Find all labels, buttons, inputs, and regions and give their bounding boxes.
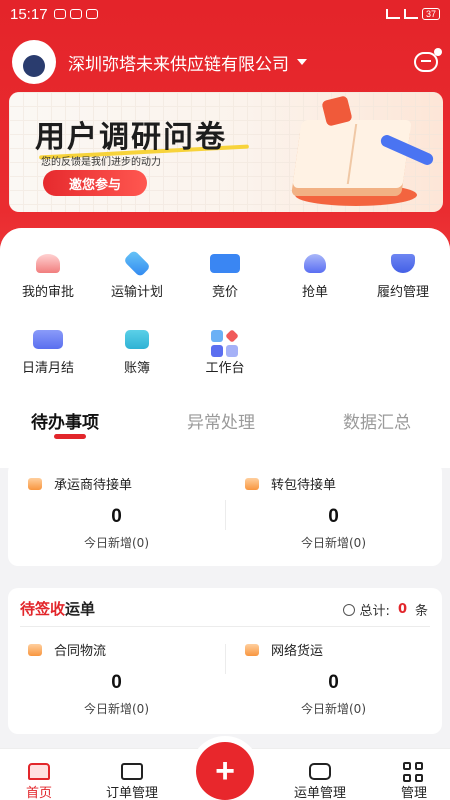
chevron-down-icon[interactable] xyxy=(297,59,307,65)
cell-subtitle: 今日新增(0) xyxy=(301,702,366,716)
order-icon xyxy=(28,478,42,490)
menu-item-ledger[interactable]: 账簿 xyxy=(92,314,182,376)
signal-icon xyxy=(385,9,400,19)
menu-label: 竞价 xyxy=(211,285,238,300)
title-rest: 运单 xyxy=(65,600,96,618)
status-time: 15:17 xyxy=(10,5,48,23)
home-icon xyxy=(28,763,50,780)
order-icon xyxy=(28,644,42,656)
clock-icon xyxy=(342,603,355,616)
subcontract-pending-cell[interactable]: 转包待接单 0 今日新增(0) xyxy=(225,462,442,566)
network-freight-cell[interactable]: 网络货运 0 今日新增(0) xyxy=(225,628,442,734)
menu-label: 日清月结 xyxy=(21,361,74,376)
nav-label: 运单管理 xyxy=(293,786,346,800)
cell-count: 0 xyxy=(111,672,122,693)
menu-label: 抢单 xyxy=(301,285,328,300)
survey-banner[interactable]: 用户调研问卷 您的反馈是我们进步的动力 邀您参与 xyxy=(9,92,443,212)
total-unit: 条 xyxy=(414,604,428,619)
nav-waybill-management[interactable]: 运单管理 xyxy=(275,749,365,800)
grab-order-icon xyxy=(304,254,326,273)
notification-icons xyxy=(53,9,98,19)
cell-title: 转包待接单 xyxy=(271,478,337,493)
status-bar: 15:17 37 xyxy=(0,0,450,28)
add-button[interactable]: + xyxy=(196,742,254,800)
tab-todo[interactable]: 待办事项 xyxy=(31,408,99,433)
menu-label: 履约管理 xyxy=(376,285,429,300)
banner-subtitle: 您的反馈是我们进步的动力 xyxy=(41,157,161,168)
cell-count: 0 xyxy=(111,506,122,527)
banner-title: 用户调研问卷 xyxy=(35,120,227,155)
todo-card: 承运商待接单 0 今日新增(0) 转包待接单 0 今日新增(0) xyxy=(8,462,442,566)
calendar-icon xyxy=(33,330,63,349)
pending-sign-card: 待签收运单 总计: 0 条 合同物流 0 今日新增(0) 网络货运 0 今日新增… xyxy=(8,588,442,734)
cell-subtitle: 今日新增(0) xyxy=(301,536,366,550)
battery-icon: 37 xyxy=(421,8,440,20)
carrier-pending-cell[interactable]: 承运商待接单 0 今日新增(0) xyxy=(8,462,225,566)
menu-label: 运输计划 xyxy=(110,285,163,300)
cell-subtitle: 今日新增(0) xyxy=(84,536,149,550)
cell-title: 承运商待接单 xyxy=(54,478,133,493)
cell-subtitle: 今日新增(0) xyxy=(84,702,149,716)
message-icon[interactable] xyxy=(414,48,442,72)
approval-icon xyxy=(36,254,60,273)
nav-label: 订单管理 xyxy=(105,786,158,800)
active-tab-indicator xyxy=(54,434,86,439)
signal-icon-2 xyxy=(403,9,418,19)
tab-summary[interactable]: 数据汇总 xyxy=(343,408,411,433)
menu-item-contract[interactable]: 履约管理 xyxy=(358,238,448,300)
title-highlight: 待签收 xyxy=(20,600,66,618)
contract-icon xyxy=(391,254,415,273)
nav-home[interactable]: 首页 xyxy=(0,749,84,800)
pending-sign-title: 待签收运单 xyxy=(20,598,95,619)
menu-label: 账簿 xyxy=(123,361,150,376)
menu-item-bidding[interactable]: 竞价 xyxy=(180,238,270,300)
menu-label: 工作台 xyxy=(205,361,245,376)
list-icon xyxy=(309,763,331,780)
transport-plan-icon xyxy=(123,249,151,278)
contract-logistics-cell[interactable]: 合同物流 0 今日新增(0) xyxy=(8,628,225,734)
menu-label: 我的审批 xyxy=(21,285,74,300)
nav-order-management[interactable]: 订单管理 xyxy=(87,749,177,800)
truck-icon xyxy=(121,763,143,780)
menu-item-approval[interactable]: 我的审批 xyxy=(3,238,93,300)
todo-tabs: 待办事项 异常处理 数据汇总 xyxy=(0,398,450,448)
order-icon xyxy=(245,644,259,656)
status-right: 37 xyxy=(385,8,440,20)
tab-exceptions[interactable]: 异常处理 xyxy=(187,408,255,433)
cell-count: 0 xyxy=(328,506,339,527)
menu-item-transport-plan[interactable]: 运输计划 xyxy=(92,238,182,300)
join-survey-button[interactable]: 邀您参与 xyxy=(43,170,147,196)
nav-label: 首页 xyxy=(25,786,52,800)
menu-item-daily-settlement[interactable]: 日清月结 xyxy=(3,314,93,376)
bidding-icon xyxy=(210,254,240,273)
divider xyxy=(20,626,430,627)
total-value: 0 xyxy=(397,602,407,617)
workbench-icon xyxy=(211,329,239,357)
cell-count: 0 xyxy=(328,672,339,693)
nav-label: 管理 xyxy=(400,786,427,800)
menu-item-grab-order[interactable]: 抢单 xyxy=(270,238,360,300)
nav-manage[interactable]: 管理 xyxy=(369,749,450,800)
pending-total: 总计: 0 条 xyxy=(342,600,428,619)
company-selector[interactable]: 深圳弥塔未来供应链有限公司 xyxy=(68,50,289,75)
cell-title: 网络货运 xyxy=(271,644,324,659)
grid-icon xyxy=(403,762,425,782)
order-icon xyxy=(245,478,259,490)
ledger-icon xyxy=(125,330,149,349)
avatar[interactable] xyxy=(12,40,56,84)
book-illustration xyxy=(292,120,412,188)
company-header: 深圳弥塔未来供应链有限公司 xyxy=(12,40,442,84)
total-label: 总计: xyxy=(359,604,390,619)
menu-item-workbench[interactable]: 工作台 xyxy=(180,314,270,376)
cell-title: 合同物流 xyxy=(54,644,107,659)
